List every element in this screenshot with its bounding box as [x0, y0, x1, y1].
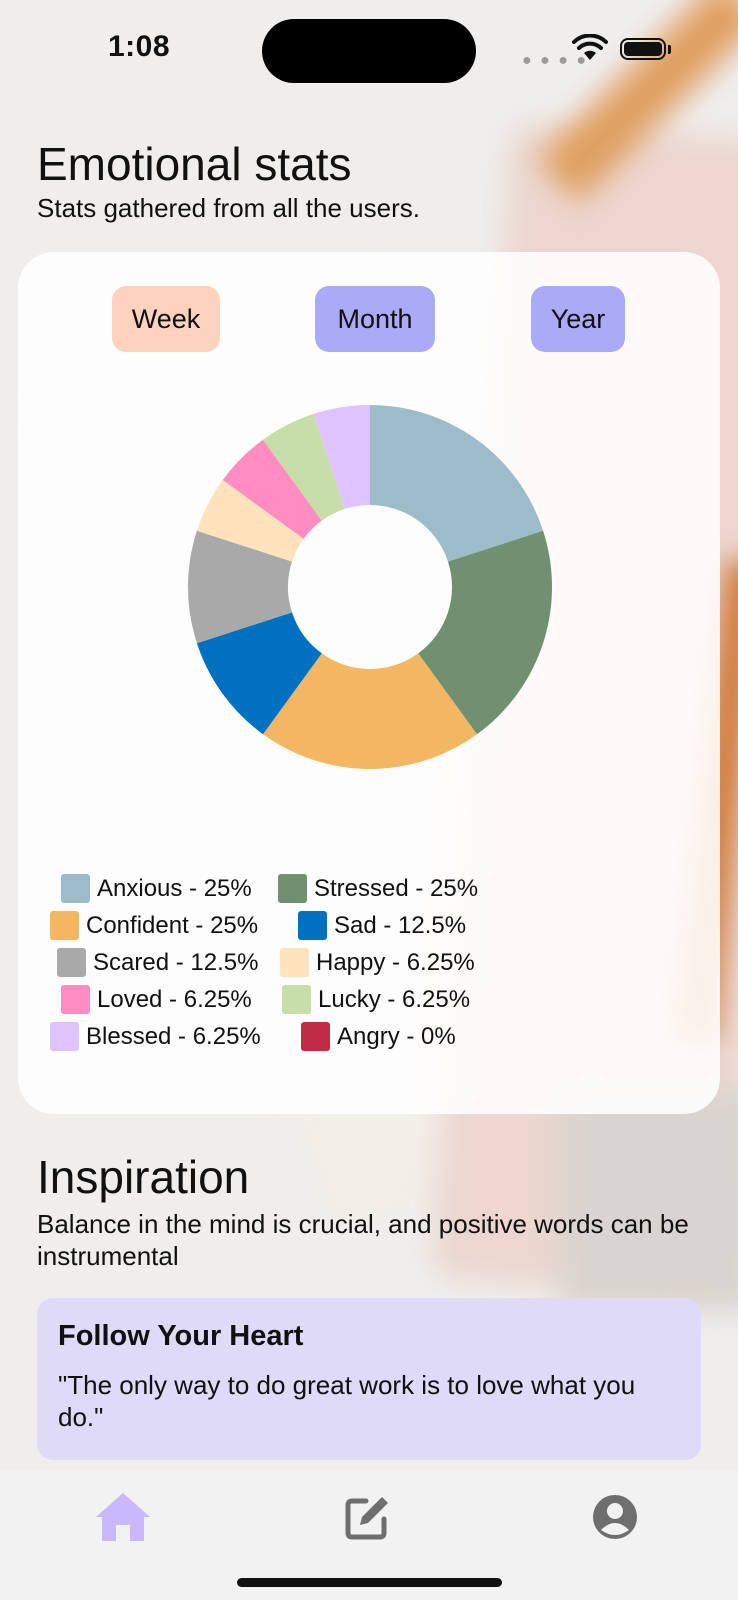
legend-swatch [50, 911, 79, 940]
page-subtitle: Stats gathered from all the users. [37, 193, 420, 223]
page-title: Emotional stats [37, 138, 352, 190]
year-button[interactable]: Year [531, 286, 625, 352]
legend-label: Sad - 12.5% [334, 911, 467, 939]
legend-label: Happy - 6.25% [316, 948, 475, 976]
dynamic-island [262, 19, 476, 83]
month-button[interactable]: Month [315, 286, 435, 352]
wifi-icon [572, 33, 608, 67]
tab-profile[interactable] [580, 1482, 650, 1552]
tab-home[interactable] [88, 1482, 158, 1552]
legend-label: Stressed - 25% [314, 874, 479, 902]
week-button[interactable]: Week [112, 286, 220, 352]
legend-label: Angry - 0% [337, 1022, 456, 1050]
legend-item-blessed: Blessed - 6.25% [50, 1022, 261, 1051]
legend-item-sad: Sad - 12.5% [298, 911, 466, 940]
legend-item-anxious: Anxious - 25% [61, 874, 252, 903]
legend-item-loved: Loved - 6.25% [61, 985, 252, 1014]
legend-swatch [278, 874, 307, 903]
inspiration-title: Inspiration [37, 1151, 250, 1203]
donut-slice-anxious [370, 405, 544, 562]
legend-swatch [298, 911, 327, 940]
legend-swatch [57, 948, 86, 977]
tab-bar [0, 1470, 738, 1600]
legend-label: Scared - 12.5% [93, 948, 259, 976]
quote-card[interactable]: Follow Your Heart "The only way to do gr… [37, 1298, 701, 1460]
legend-label: Anxious - 25% [97, 874, 252, 902]
status-time: 1:08 [108, 30, 171, 63]
home-icon [96, 1493, 150, 1541]
quote-text: "The only way to do great work is to lov… [58, 1370, 636, 1432]
inspiration-description: Balance in the mind is crucial, and posi… [37, 1209, 689, 1271]
legend-label: Confident - 25% [86, 911, 259, 939]
legend-label: Lucky - 6.25% [318, 985, 471, 1013]
profile-icon [593, 1495, 637, 1539]
legend-swatch [280, 948, 309, 977]
status-bar: 1:08 ● ● ● ● [0, 0, 738, 100]
legend-item-happy: Happy - 6.25% [280, 948, 475, 977]
legend-item-confident: Confident - 25% [50, 911, 258, 940]
legend-swatch [282, 985, 311, 1014]
legend-label: Loved - 6.25% [97, 985, 252, 1013]
tab-edit[interactable] [333, 1482, 403, 1552]
quote-title: Follow Your Heart [58, 1320, 304, 1352]
legend-label: Blessed - 6.25% [86, 1022, 261, 1050]
edit-icon [345, 1497, 388, 1540]
legend-swatch [61, 874, 90, 903]
battery-cap [668, 45, 671, 54]
legend-item-stressed: Stressed - 25% [278, 874, 478, 903]
emotion-donut-chart [188, 405, 552, 769]
legend-swatch [301, 1022, 330, 1051]
legend-swatch [50, 1022, 79, 1051]
legend-item-angry: Angry - 0% [301, 1022, 456, 1051]
battery-icon [620, 38, 666, 60]
legend-swatch [61, 985, 90, 1014]
home-indicator [237, 1578, 502, 1587]
legend-item-scared: Scared - 12.5% [57, 948, 258, 977]
legend-item-lucky: Lucky - 6.25% [282, 985, 470, 1014]
stats-card: Week Month Year Anxious - 25% Stressed -… [18, 252, 720, 1114]
